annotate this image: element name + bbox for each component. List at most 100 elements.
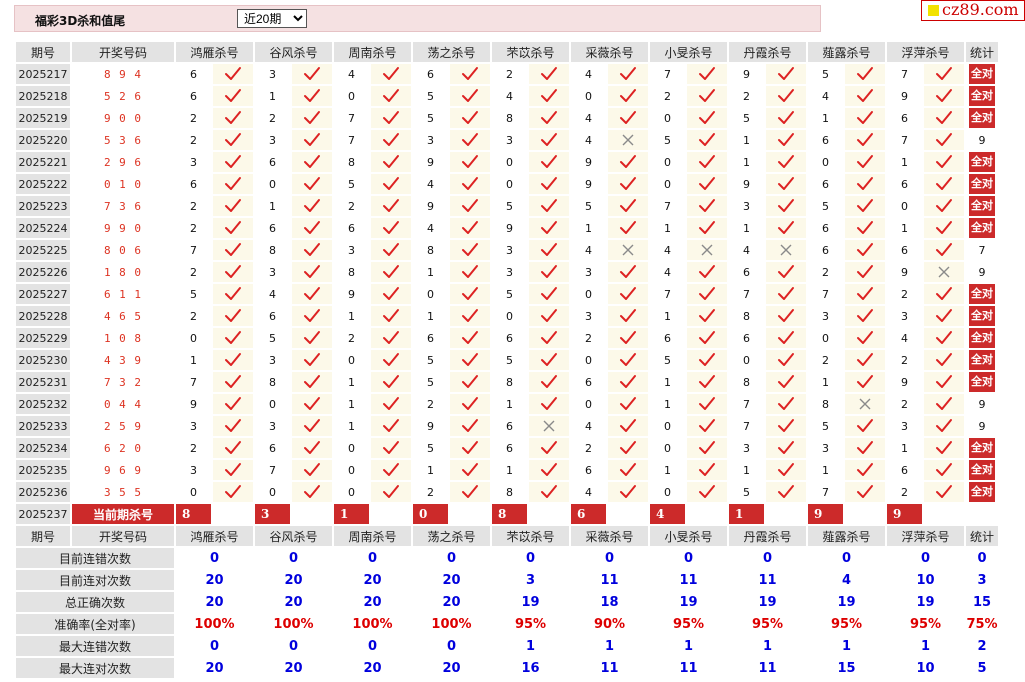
check-icon [687, 372, 727, 392]
summary-value: 11 [729, 658, 806, 678]
draw-number-cell: 6 1 1 [72, 284, 174, 304]
check-icon [213, 350, 253, 370]
check-icon [213, 372, 253, 392]
table-row: 2025232 0 4 490121017829 [16, 394, 998, 414]
kill-number-cell: 1 [334, 416, 369, 436]
check-icon [608, 372, 648, 392]
check-icon [687, 394, 727, 414]
kill-number-cell: 3 [255, 64, 290, 84]
check-icon [924, 108, 964, 128]
cross-icon [687, 240, 727, 260]
check-icon [529, 218, 569, 238]
kill-number-cell: 0 [334, 438, 369, 458]
summary-value: 10 [887, 658, 964, 678]
kill-number-cell: 5 [176, 284, 211, 304]
kill-number-cell: 4 [571, 108, 606, 128]
kill-number-cell: 9 [729, 64, 764, 84]
kill-number-cell: 1 [808, 108, 843, 128]
kill-number-cell: 2 [413, 482, 448, 502]
summary-value: 90% [571, 614, 648, 634]
summary-value: 20 [334, 592, 411, 612]
check-icon [924, 86, 964, 106]
check-icon [766, 64, 806, 84]
summary-value: 20 [413, 570, 490, 590]
check-icon [292, 460, 332, 480]
check-icon [450, 306, 490, 326]
kill-number-cell: 0 [492, 306, 527, 326]
check-icon [292, 306, 332, 326]
empty-cell [687, 504, 727, 524]
check-icon [608, 108, 648, 128]
period-range-select[interactable]: 近20期 [237, 9, 307, 28]
kill-number-cell: 1 [887, 152, 922, 172]
period-cell: 2025230 [16, 350, 70, 370]
summary-value: 15 [808, 658, 885, 678]
col-header-period: 期号 [16, 42, 70, 62]
check-icon [766, 306, 806, 326]
summary-value: 95% [887, 614, 964, 634]
check-icon [213, 108, 253, 128]
all-correct-badge: 全对 [969, 306, 995, 326]
kill-number-cell: 1 [413, 460, 448, 480]
kill-number-cell: 4 [413, 218, 448, 238]
kill-number-cell: 0 [808, 152, 843, 172]
check-icon [213, 240, 253, 260]
kill-number-cell: 7 [729, 416, 764, 436]
check-icon [687, 152, 727, 172]
check-icon [924, 394, 964, 414]
kill-number-cell: 0 [334, 350, 369, 370]
check-icon [529, 64, 569, 84]
table-row: 2025230 4 3 9 1 3 0 5 5 0 5 0 2 2 全对 [16, 350, 998, 370]
period-cell: 2025235 [16, 460, 70, 480]
top-bar: 福彩3D杀和值尾 近20期 [14, 5, 821, 32]
draw-number-cell: 2 5 9 [72, 416, 174, 436]
site-logo[interactable]: cz89.com [921, 0, 1025, 21]
period-cell: 2025237 [16, 504, 70, 524]
check-icon [292, 152, 332, 172]
summary-value: 95% [650, 614, 727, 634]
check-icon [529, 108, 569, 128]
kill-number-cell: 1 [729, 130, 764, 150]
summary-value: 20 [413, 658, 490, 678]
check-icon [608, 262, 648, 282]
period-cell: 2025221 [16, 152, 70, 172]
period-cell: 2025231 [16, 372, 70, 392]
kill-number-cell: 9 [887, 262, 922, 282]
kill-number-cell: 7 [650, 284, 685, 304]
kill-number-cell: 2 [334, 328, 369, 348]
draw-number-cell: 9 6 9 [72, 460, 174, 480]
empty-cell [845, 504, 885, 524]
stat-cell: 全对 [966, 64, 998, 84]
check-icon [371, 372, 411, 392]
current-kill-number: 1 [334, 504, 369, 524]
kill-number-cell: 6 [492, 416, 527, 436]
check-icon [529, 152, 569, 172]
summary-value: 1 [729, 636, 806, 656]
check-icon [213, 218, 253, 238]
col-header-expert: 芣苡杀号 [492, 42, 569, 62]
kill-number-cell: 2 [887, 482, 922, 502]
check-icon [529, 306, 569, 326]
check-icon [529, 350, 569, 370]
check-icon [766, 416, 806, 436]
check-icon [292, 416, 332, 436]
check-icon [608, 196, 648, 216]
kill-number-cell: 3 [729, 196, 764, 216]
kill-number-cell: 2 [176, 218, 211, 238]
summary-value: 0 [255, 548, 332, 568]
kill-number-cell: 4 [334, 64, 369, 84]
check-icon [213, 152, 253, 172]
kill-number-cell: 6 [255, 438, 290, 458]
summary-value: 0 [176, 548, 253, 568]
check-icon [292, 372, 332, 392]
kill-number-cell: 8 [729, 372, 764, 392]
check-icon [529, 460, 569, 480]
draw-number-cell: 8 9 4 [72, 64, 174, 84]
kill-number-cell: 3 [176, 152, 211, 172]
cross-icon [845, 394, 885, 414]
check-icon [371, 394, 411, 414]
check-icon [450, 350, 490, 370]
table-row: 2025236 3 5 5 0 0 0 2 8 4 0 5 7 2 全对 [16, 482, 998, 502]
summary-value: 20 [255, 658, 332, 678]
check-icon [845, 196, 885, 216]
